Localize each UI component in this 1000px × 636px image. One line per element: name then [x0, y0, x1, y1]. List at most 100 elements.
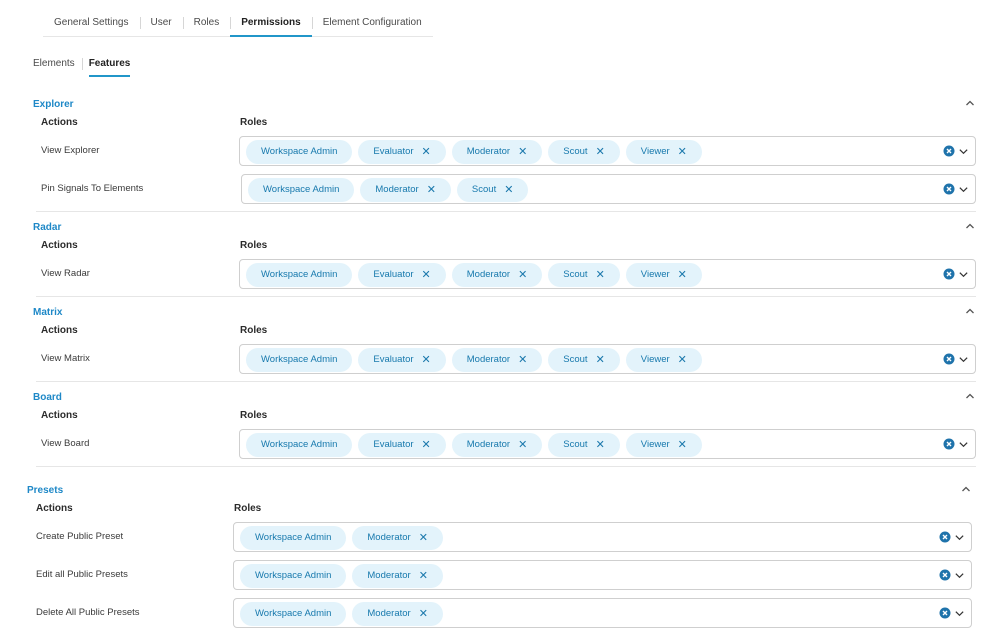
section-radar: Radar Actions Roles View Radar Workspace…: [33, 217, 976, 297]
chip-label: Viewer: [640, 354, 670, 365]
clear-circle-icon[interactable]: [943, 353, 955, 365]
subtab-features[interactable]: Features: [81, 52, 138, 77]
role-chip: Moderator ✕: [451, 140, 543, 164]
chevron-down-icon[interactable]: [954, 608, 965, 619]
remove-chip-icon[interactable]: ✕: [678, 433, 687, 457]
chip-label: Workspace Admin: [261, 439, 338, 450]
clear-circle-icon[interactable]: [939, 569, 951, 581]
tab-element-configuration[interactable]: Element Configuration: [311, 10, 433, 36]
chevron-up-icon[interactable]: [960, 483, 972, 495]
remove-chip-icon[interactable]: ✕: [678, 140, 687, 164]
roles-select[interactable]: Workspace Admin Moderator ✕: [233, 560, 972, 590]
role-chip: Moderator ✕: [451, 263, 543, 287]
remove-chip-icon[interactable]: ✕: [422, 433, 431, 457]
remove-chip-icon[interactable]: ✕: [678, 348, 687, 372]
role-chip: Workspace Admin: [246, 263, 353, 287]
section-presets: Presets Actions Roles Create Public Pres…: [27, 480, 972, 636]
roles-select[interactable]: Workspace Admin Evaluator ✕ Moderator ✕ Sc…: [239, 136, 976, 166]
tab-user[interactable]: User: [139, 10, 183, 36]
chevron-up-icon[interactable]: [964, 97, 976, 109]
clear-circle-icon[interactable]: [943, 268, 955, 280]
role-chip: Moderator ✕: [352, 526, 443, 550]
chevron-down-icon[interactable]: [954, 570, 965, 581]
remove-chip-icon[interactable]: ✕: [518, 348, 527, 372]
remove-chip-icon[interactable]: ✕: [596, 348, 605, 372]
roles-select[interactable]: Workspace Admin Moderator ✕: [233, 522, 972, 552]
role-chips: Workspace Admin Evaluator ✕ Moderator ✕ Sc…: [246, 140, 708, 164]
remove-chip-icon[interactable]: ✕: [504, 178, 513, 202]
role-chips: Workspace Admin Evaluator ✕ Moderator ✕ Sc…: [246, 263, 708, 287]
roles-select[interactable]: Workspace Admin Evaluator ✕ Moderator ✕ Sc…: [239, 344, 976, 374]
remove-chip-icon[interactable]: ✕: [422, 263, 431, 287]
top-tabs: General Settings User Roles Permissions …: [43, 10, 433, 37]
chevron-down-icon[interactable]: [958, 146, 969, 157]
remove-chip-icon[interactable]: ✕: [518, 140, 527, 164]
chevron-up-icon[interactable]: [964, 390, 976, 402]
divider: [36, 381, 976, 382]
clear-circle-icon[interactable]: [939, 531, 951, 543]
chip-label: Workspace Admin: [255, 570, 332, 581]
column-headers: Actions Roles: [33, 112, 976, 136]
clear-circle-icon[interactable]: [943, 145, 955, 157]
chevron-up-icon[interactable]: [964, 220, 976, 232]
chevron-down-icon[interactable]: [958, 354, 969, 365]
remove-chip-icon[interactable]: ✕: [518, 263, 527, 287]
chevron-up-icon[interactable]: [964, 305, 976, 317]
roles-column-header: Roles: [240, 117, 268, 128]
role-chip: Workspace Admin: [240, 564, 347, 588]
section-title: Radar: [33, 222, 62, 233]
remove-chip-icon[interactable]: ✕: [419, 602, 428, 626]
chip-label: Moderator: [466, 354, 511, 365]
remove-chip-icon[interactable]: ✕: [518, 433, 527, 457]
chevron-down-icon[interactable]: [958, 269, 969, 280]
roles-select[interactable]: Workspace Admin Moderator ✕ Scout ✕: [241, 174, 976, 204]
tab-roles[interactable]: Roles: [182, 10, 231, 36]
chevron-down-icon[interactable]: [958, 184, 969, 195]
select-indicators: [943, 353, 969, 365]
remove-chip-icon[interactable]: ✕: [422, 140, 431, 164]
sub-tabs: Elements Features: [26, 52, 137, 78]
chip-label: Workspace Admin: [261, 269, 338, 280]
section-header: Board: [33, 387, 976, 405]
clear-circle-icon[interactable]: [939, 607, 951, 619]
chip-label: Moderator: [367, 532, 411, 543]
permission-row: View Board Workspace Admin Evaluator ✕ Mo…: [33, 429, 976, 467]
remove-chip-icon[interactable]: ✕: [596, 433, 605, 457]
remove-chip-icon[interactable]: ✕: [419, 564, 428, 588]
chip-label: Evaluator: [373, 269, 414, 280]
section-header: Radar: [33, 217, 976, 235]
remove-chip-icon[interactable]: ✕: [427, 178, 436, 202]
remove-chip-icon[interactable]: ✕: [596, 263, 605, 287]
remove-chip-icon[interactable]: ✕: [678, 263, 687, 287]
role-chip: Scout ✕: [548, 433, 620, 457]
column-headers: Actions Roles: [33, 405, 976, 429]
clear-circle-icon[interactable]: [943, 183, 955, 195]
chevron-down-icon[interactable]: [958, 439, 969, 450]
action-label: View Board: [41, 438, 90, 449]
divider: [36, 211, 976, 212]
tab-permissions[interactable]: Permissions: [230, 10, 313, 37]
role-chip: Workspace Admin: [240, 526, 347, 550]
chevron-down-icon[interactable]: [954, 532, 965, 543]
roles-select[interactable]: Workspace Admin Moderator ✕: [233, 598, 972, 628]
action-label: Edit all Public Presets: [36, 569, 128, 580]
role-chip: Scout ✕: [456, 178, 529, 202]
remove-chip-icon[interactable]: ✕: [422, 348, 431, 372]
subtab-elements[interactable]: Elements: [26, 52, 82, 76]
remove-chip-icon[interactable]: ✕: [596, 140, 605, 164]
section-title: Matrix: [33, 307, 63, 318]
roles-select[interactable]: Workspace Admin Evaluator ✕ Moderator ✕ Sc…: [239, 429, 976, 459]
roles-select[interactable]: Workspace Admin Evaluator ✕ Moderator ✕ Sc…: [239, 259, 976, 289]
action-label: Create Public Preset: [36, 531, 124, 542]
role-chip: Workspace Admin: [246, 433, 353, 457]
remove-chip-icon[interactable]: ✕: [419, 526, 428, 550]
role-chip: Workspace Admin: [246, 140, 353, 164]
permission-row: Pin Signals To Elements Workspace Admin …: [33, 174, 976, 212]
clear-circle-icon[interactable]: [943, 438, 955, 450]
chip-label: Workspace Admin: [255, 608, 332, 619]
chip-label: Scout: [563, 146, 588, 157]
tab-general-settings[interactable]: General Settings: [43, 10, 140, 36]
chip-label: Moderator: [367, 608, 411, 619]
role-chip: Viewer ✕: [625, 433, 702, 457]
permission-row: Create Public Preset Workspace Admin Mod…: [27, 522, 972, 560]
